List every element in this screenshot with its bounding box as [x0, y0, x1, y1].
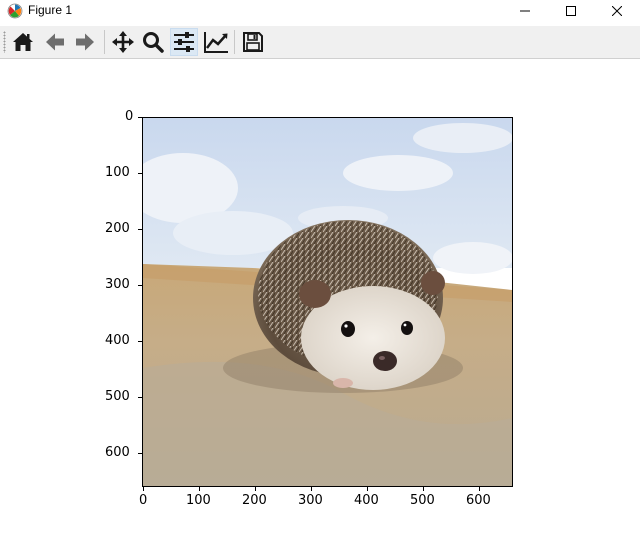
home-icon — [13, 33, 33, 51]
x-tick — [255, 487, 256, 491]
minimize-button[interactable] — [502, 0, 548, 22]
floppy-disk-icon — [243, 32, 263, 52]
window-title: Figure 1 — [28, 3, 73, 17]
minimize-icon — [520, 10, 530, 12]
move-icon — [112, 31, 134, 53]
y-tick — [138, 229, 142, 230]
maximize-icon — [566, 6, 576, 16]
y-tick-label: 0 — [125, 109, 134, 124]
edit-axis-button[interactable] — [202, 28, 230, 56]
y-tick-label: 100 — [105, 165, 130, 180]
x-tick-label: 300 — [298, 493, 323, 508]
maximize-button[interactable] — [548, 0, 594, 22]
y-tick-label: 400 — [105, 333, 130, 348]
x-tick — [423, 487, 424, 491]
y-tick — [138, 285, 142, 286]
x-tick — [311, 487, 312, 491]
y-tick — [138, 341, 142, 342]
x-tick — [143, 487, 144, 491]
x-tick-label: 200 — [242, 493, 267, 508]
back-button[interactable] — [41, 28, 69, 56]
y-tick — [138, 453, 142, 454]
sliders-icon — [174, 32, 194, 52]
x-tick-label: 0 — [139, 493, 148, 508]
home-button[interactable] — [9, 28, 37, 56]
navigation-toolbar — [0, 26, 640, 59]
window-titlebar: Figure 1 — [0, 0, 640, 22]
y-tick — [138, 173, 142, 174]
forward-button[interactable] — [71, 28, 99, 56]
configure-subplots-button[interactable] — [170, 28, 198, 56]
x-tick — [367, 487, 368, 491]
arrow-right-icon — [76, 33, 94, 51]
y-tick-label: 300 — [105, 277, 130, 292]
y-tick — [138, 397, 142, 398]
matplotlib-app-icon — [7, 3, 23, 19]
x-tick-label: 400 — [354, 493, 379, 508]
arrow-left-icon — [46, 33, 64, 51]
y-tick-label: 500 — [105, 389, 130, 404]
y-tick-label: 600 — [105, 445, 130, 460]
x-tick-label: 500 — [410, 493, 435, 508]
toolbar-grip[interactable] — [3, 31, 6, 53]
y-tick — [138, 117, 142, 118]
y-tick-label: 200 — [105, 221, 130, 236]
toolbar-separator — [234, 30, 235, 54]
toolbar-separator — [104, 30, 105, 54]
zoom-button[interactable] — [139, 28, 167, 56]
line-chart-icon — [204, 32, 228, 53]
x-tick-label: 600 — [466, 493, 491, 508]
plot-axes[interactable] — [142, 117, 513, 487]
close-icon — [612, 6, 622, 16]
magnifier-icon — [143, 32, 164, 53]
save-button[interactable] — [239, 28, 267, 56]
x-tick — [199, 487, 200, 491]
hedgehog-photo — [143, 118, 512, 486]
close-button[interactable] — [594, 0, 640, 22]
pan-button[interactable] — [109, 28, 137, 56]
x-tick — [479, 487, 480, 491]
x-tick-label: 100 — [186, 493, 211, 508]
